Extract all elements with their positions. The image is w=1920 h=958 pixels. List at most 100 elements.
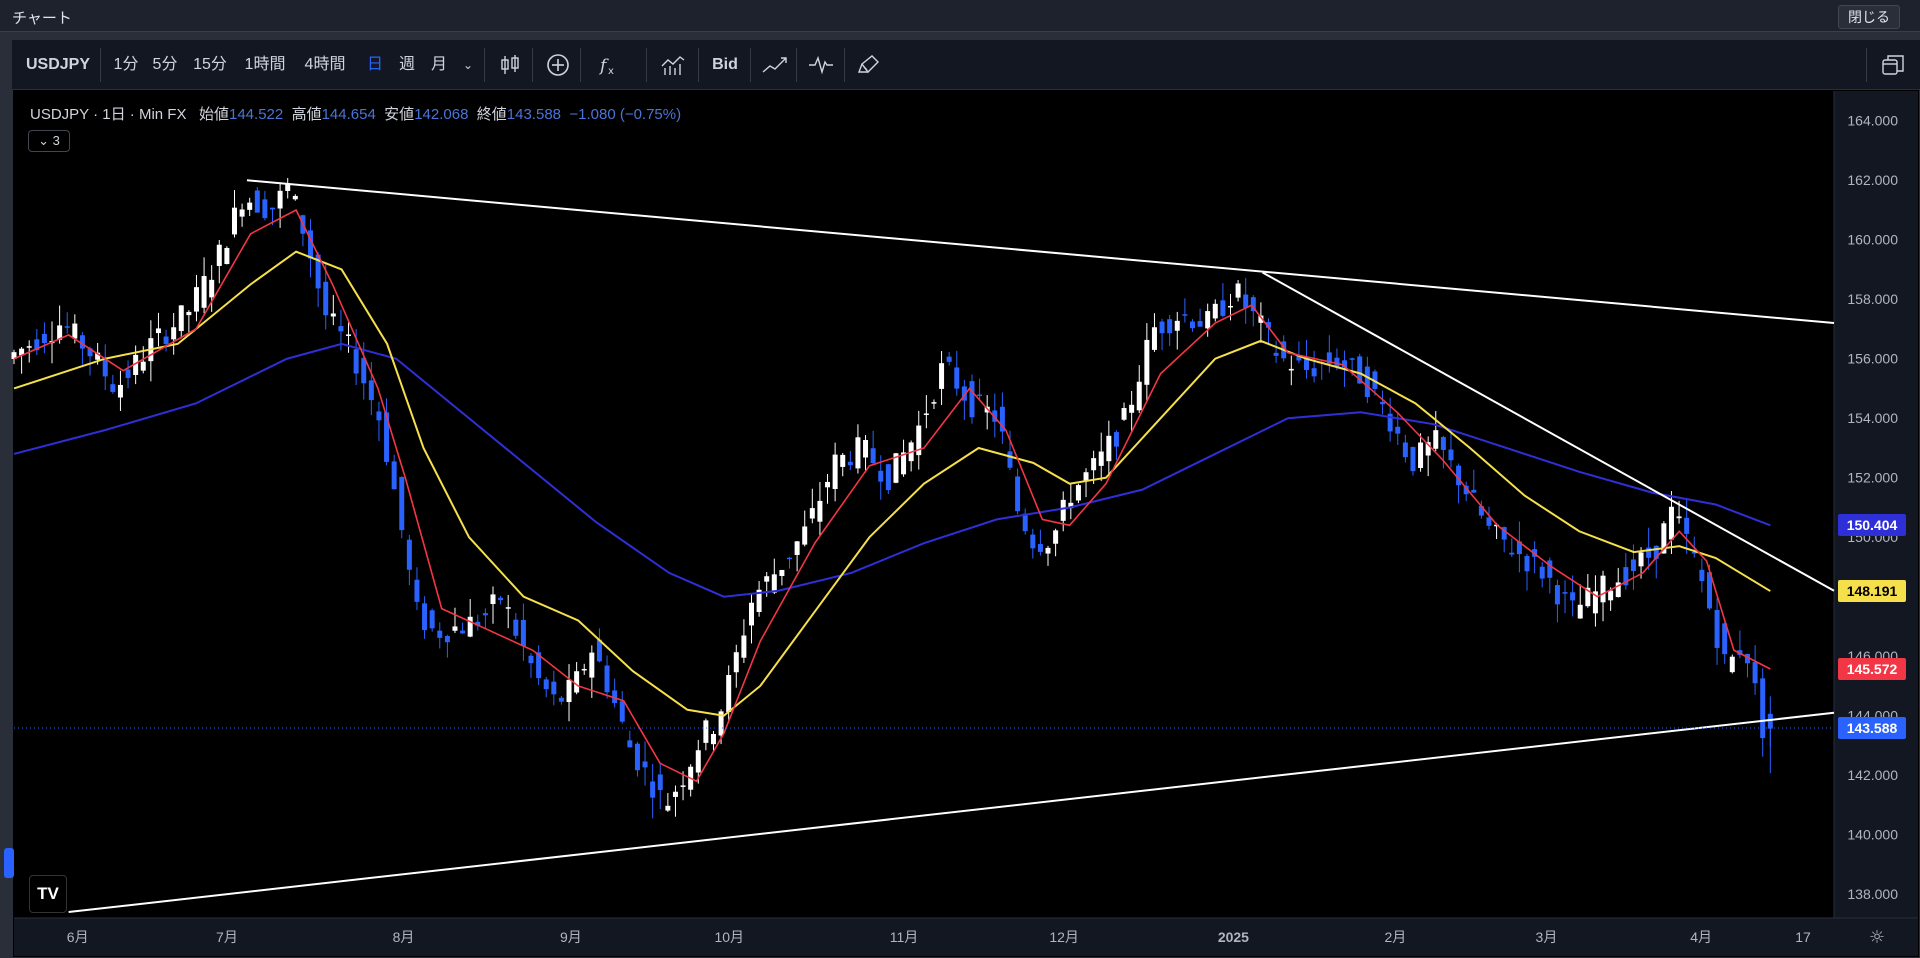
candle-body bbox=[1608, 590, 1614, 601]
candle-body bbox=[855, 437, 861, 469]
candle-body bbox=[330, 313, 336, 317]
price-tag: 145.572 bbox=[1838, 657, 1906, 680]
legend-source: Min FX bbox=[138, 106, 187, 123]
candle-body bbox=[733, 652, 739, 673]
candle-body bbox=[634, 743, 640, 771]
candle-body bbox=[566, 679, 572, 703]
candle-body bbox=[1364, 366, 1370, 397]
x-tick-label: 17 bbox=[1795, 929, 1811, 945]
candle-body bbox=[376, 411, 382, 421]
candle-body bbox=[589, 652, 595, 678]
price-chart[interactable]: 164.000 162.000 160.000 158.000 156.000 154.0… bbox=[0, 0, 1920, 958]
candle-body bbox=[1311, 368, 1317, 377]
price-axis-panel bbox=[1834, 91, 1918, 918]
candle-body bbox=[391, 461, 397, 490]
candle-body bbox=[1334, 357, 1340, 367]
candle-body bbox=[323, 281, 329, 316]
candle-body bbox=[1060, 499, 1066, 521]
candle-body bbox=[825, 481, 831, 488]
candle-body bbox=[1182, 314, 1188, 316]
candle-body bbox=[216, 244, 222, 266]
candle-body bbox=[726, 675, 732, 713]
legend-open-label: 始値 bbox=[198, 106, 229, 123]
candle-body bbox=[809, 508, 815, 519]
candle-body bbox=[193, 287, 199, 312]
legend-separator: · bbox=[129, 106, 139, 123]
candle-body bbox=[1091, 458, 1097, 471]
candle-body bbox=[1189, 321, 1195, 329]
indicators-collapse-button[interactable]: ⌄ 3 bbox=[28, 130, 70, 152]
candle-body bbox=[482, 613, 488, 616]
legend-close-label: 終値 bbox=[476, 106, 507, 123]
candle-body bbox=[1037, 544, 1043, 552]
candle-body bbox=[794, 541, 800, 555]
candle-body bbox=[444, 636, 450, 643]
candle-body bbox=[1554, 585, 1560, 605]
candle-body bbox=[1174, 320, 1180, 331]
price-tag: 143.588 bbox=[1838, 716, 1906, 739]
candle-body bbox=[460, 630, 466, 634]
trendline bbox=[68, 711, 1835, 914]
candle-body bbox=[239, 209, 245, 217]
moving-average-short-line bbox=[13, 208, 1771, 783]
candle-body bbox=[467, 616, 473, 637]
candle-body bbox=[771, 574, 777, 593]
candle-body bbox=[125, 369, 131, 378]
candle-body bbox=[741, 635, 747, 658]
y-tick-label: 152.000 bbox=[1847, 470, 1898, 486]
candle-body bbox=[1113, 432, 1119, 447]
legend-close-value: 143.588 bbox=[506, 106, 562, 123]
candle-body bbox=[1570, 592, 1576, 601]
candle-body bbox=[1159, 321, 1165, 334]
candle-body bbox=[1022, 513, 1028, 532]
candle-body bbox=[1129, 404, 1135, 413]
moving-average-long-line bbox=[13, 342, 1771, 598]
candle-body bbox=[1699, 569, 1705, 582]
y-tick-label: 158.000 bbox=[1847, 291, 1898, 307]
candle-body bbox=[840, 454, 846, 467]
candle-body bbox=[931, 402, 937, 404]
candle-body bbox=[1075, 485, 1081, 501]
candle-body bbox=[353, 349, 359, 374]
candle-body bbox=[1752, 662, 1758, 684]
x-tick-label: 2025 bbox=[1218, 929, 1249, 945]
candle-body bbox=[558, 697, 564, 702]
tradingview-logo-icon: TV bbox=[29, 875, 67, 913]
candle-body bbox=[1630, 559, 1636, 571]
legend-interval: 1日 bbox=[102, 106, 126, 123]
price-tag: 150.404 bbox=[1838, 514, 1906, 537]
x-tick-label: 11月 bbox=[890, 929, 919, 945]
legend-symbol: USDJPY bbox=[30, 106, 89, 123]
candle-body bbox=[1684, 517, 1690, 534]
settings-gear-icon[interactable]: ☼ bbox=[1869, 927, 1885, 948]
candle-body bbox=[574, 671, 580, 693]
candle-body bbox=[642, 761, 648, 768]
left-panel-handle[interactable] bbox=[4, 848, 14, 878]
trendline bbox=[1262, 271, 1835, 592]
candle-body bbox=[885, 464, 891, 491]
candle-body bbox=[254, 190, 260, 213]
candle-body bbox=[802, 526, 808, 545]
legend-high-label: 高値 bbox=[291, 106, 322, 123]
candle-body bbox=[1380, 401, 1386, 405]
candle-body bbox=[1524, 555, 1530, 572]
candle-body bbox=[787, 557, 793, 560]
candle-body bbox=[939, 363, 945, 389]
candle-body bbox=[1273, 352, 1279, 356]
legend-low-label: 安値 bbox=[384, 106, 415, 123]
candle-body bbox=[1676, 516, 1682, 519]
candle-body bbox=[26, 346, 32, 348]
candle-body bbox=[817, 500, 823, 522]
candle-body bbox=[1045, 547, 1051, 554]
candle-body bbox=[437, 630, 443, 638]
candle-body bbox=[1577, 604, 1583, 619]
candle-body bbox=[1197, 321, 1203, 327]
candle-body bbox=[1729, 656, 1735, 673]
candle-body bbox=[178, 305, 184, 332]
candle-body bbox=[406, 539, 412, 570]
candle-body bbox=[505, 607, 511, 609]
y-tick-label: 156.000 bbox=[1847, 351, 1898, 367]
candle-body bbox=[346, 334, 352, 336]
candle-body bbox=[1402, 442, 1408, 458]
y-tick-label: 140.000 bbox=[1847, 827, 1898, 843]
